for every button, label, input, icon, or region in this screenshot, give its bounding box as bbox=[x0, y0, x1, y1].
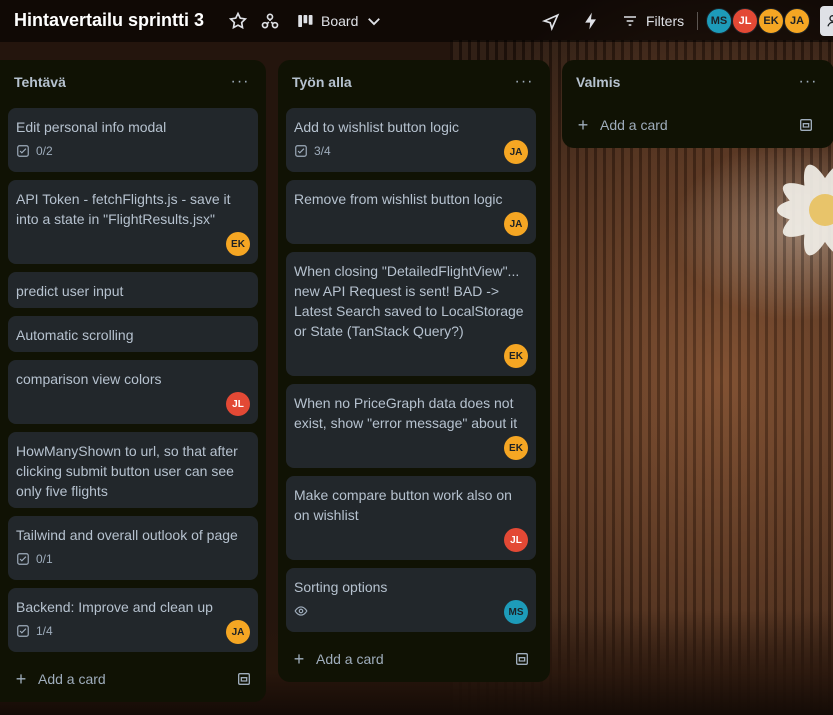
card[interactable]: Automatic scrolling bbox=[8, 316, 258, 352]
card-member-avatar[interactable]: JL bbox=[504, 528, 528, 552]
card-member-avatar[interactable]: MS bbox=[504, 600, 528, 624]
share-button[interactable] bbox=[820, 6, 833, 36]
filter-icon bbox=[622, 13, 638, 29]
plus-icon: + bbox=[577, 114, 589, 135]
add-card-button[interactable]: + Add a card bbox=[8, 663, 258, 695]
member-avatar-jl[interactable]: JL bbox=[732, 8, 758, 34]
card-title: HowManyShown to url, so that after click… bbox=[16, 443, 238, 499]
checklist-badge: 3/4 bbox=[294, 144, 331, 158]
list-valmis: Valmis ··· + Add a card bbox=[562, 60, 833, 148]
card-template-icon[interactable] bbox=[236, 671, 252, 687]
background-flower-image bbox=[777, 164, 833, 256]
add-card-label: Add a card bbox=[600, 117, 668, 133]
board-view-label: Board bbox=[321, 13, 359, 29]
eye-icon bbox=[294, 606, 308, 616]
card[interactable]: Tailwind and overall outlook of page 0/1 bbox=[8, 516, 258, 580]
card-member-avatar[interactable]: JA bbox=[226, 620, 250, 644]
list-menu-icon[interactable]: ··· bbox=[796, 73, 820, 91]
card-title: Backend: Improve and clean up bbox=[16, 599, 213, 615]
card-template-icon[interactable] bbox=[798, 117, 814, 133]
add-card-button[interactable]: + Add a card bbox=[570, 109, 820, 141]
checklist-badge: 1/4 bbox=[16, 624, 53, 638]
card-title: Automatic scrolling bbox=[16, 327, 134, 343]
card[interactable]: comparison view colors JL bbox=[8, 360, 258, 424]
card[interactable]: Edit personal info modal 0/2 bbox=[8, 108, 258, 172]
list-tyon-alla: Työn alla ··· Add to wishlist button log… bbox=[278, 60, 550, 682]
checklist-icon bbox=[295, 145, 307, 157]
checklist-icon bbox=[17, 625, 29, 637]
card[interactable]: Sorting options MS bbox=[286, 568, 536, 632]
plus-icon: + bbox=[293, 648, 305, 669]
card-member-avatar[interactable]: EK bbox=[504, 344, 528, 368]
card-title: Sorting options bbox=[294, 579, 388, 595]
list-title[interactable]: Tehtävä bbox=[14, 74, 66, 90]
card-title: Tailwind and overall outlook of page bbox=[16, 527, 238, 543]
plus-icon: + bbox=[15, 668, 27, 689]
card[interactable]: Add to wishlist button logic 3/4 JA bbox=[286, 108, 536, 172]
card-member-avatar[interactable]: JA bbox=[504, 140, 528, 164]
list-header: Valmis ··· bbox=[562, 60, 833, 104]
card[interactable]: API Token - fetchFlights.js - save it in… bbox=[8, 180, 258, 264]
member-avatar-ja[interactable]: JA bbox=[784, 8, 810, 34]
card-member-avatar[interactable]: JL bbox=[226, 392, 250, 416]
card-title: predict user input bbox=[16, 283, 124, 299]
card-member-avatar[interactable]: JA bbox=[504, 212, 528, 236]
card-member-avatar[interactable]: EK bbox=[226, 232, 250, 256]
workspace-icon[interactable] bbox=[260, 11, 280, 31]
list-title[interactable]: Valmis bbox=[576, 74, 620, 90]
card-title: Remove from wishlist button logic bbox=[294, 191, 503, 207]
list-menu-icon[interactable]: ··· bbox=[228, 73, 252, 91]
card[interactable]: HowManyShown to url, so that after click… bbox=[8, 432, 258, 508]
board-view-switcher[interactable]: Board bbox=[296, 9, 383, 33]
card-title: API Token - fetchFlights.js - save it in… bbox=[16, 191, 231, 227]
checklist-icon bbox=[17, 553, 29, 565]
add-card-label: Add a card bbox=[316, 651, 384, 667]
list-tehtava: Tehtävä ··· Edit personal info modal 0/2… bbox=[0, 60, 266, 702]
board-view-icon bbox=[296, 12, 314, 30]
board-title[interactable]: Hintavertailu sprintti 3 bbox=[14, 10, 204, 31]
star-icon[interactable] bbox=[228, 11, 248, 31]
card-title: Add to wishlist button logic bbox=[294, 119, 459, 135]
power-ups-icon[interactable] bbox=[541, 11, 561, 31]
add-card-button[interactable]: + Add a card bbox=[286, 643, 536, 675]
list-menu-icon[interactable]: ··· bbox=[512, 73, 536, 91]
filters-label: Filters bbox=[646, 13, 685, 29]
add-member-icon bbox=[826, 13, 833, 29]
card[interactable]: When no PriceGraph data does not exist, … bbox=[286, 384, 536, 468]
list-header: Tehtävä ··· bbox=[0, 60, 266, 104]
card-title: Make compare button work also on on wish… bbox=[294, 487, 512, 523]
card-title: comparison view colors bbox=[16, 371, 162, 387]
checklist-badge: 0/2 bbox=[16, 144, 53, 158]
card-member-avatar[interactable]: EK bbox=[504, 436, 528, 460]
card[interactable]: Remove from wishlist button logic JA bbox=[286, 180, 536, 244]
card-template-icon[interactable] bbox=[514, 651, 530, 667]
checklist-icon bbox=[17, 145, 29, 157]
list-header: Työn alla ··· bbox=[278, 60, 550, 104]
header-divider bbox=[697, 12, 698, 30]
automation-icon[interactable] bbox=[581, 11, 601, 31]
member-avatar-ms[interactable]: MS bbox=[706, 8, 732, 34]
board-header: Hintavertailu sprintti 3 Board Filters M… bbox=[0, 0, 833, 42]
card-title: When no PriceGraph data does not exist, … bbox=[294, 395, 518, 431]
filters-button[interactable]: Filters bbox=[622, 9, 684, 33]
member-avatar-ek[interactable]: EK bbox=[758, 8, 784, 34]
checklist-badge: 0/1 bbox=[16, 552, 53, 566]
card-title: Edit personal info modal bbox=[16, 119, 167, 135]
card[interactable]: Backend: Improve and clean up 1/4 JA bbox=[8, 588, 258, 652]
add-card-label: Add a card bbox=[38, 671, 106, 687]
watching-badge bbox=[294, 604, 308, 618]
card[interactable]: Make compare button work also on on wish… bbox=[286, 476, 536, 560]
chevron-down-icon bbox=[365, 12, 383, 30]
list-title[interactable]: Työn alla bbox=[292, 74, 352, 90]
card[interactable]: predict user input bbox=[8, 272, 258, 308]
card[interactable]: When closing "DetailedFlightView"... new… bbox=[286, 252, 536, 376]
card-title: When closing "DetailedFlightView"... new… bbox=[294, 263, 524, 339]
